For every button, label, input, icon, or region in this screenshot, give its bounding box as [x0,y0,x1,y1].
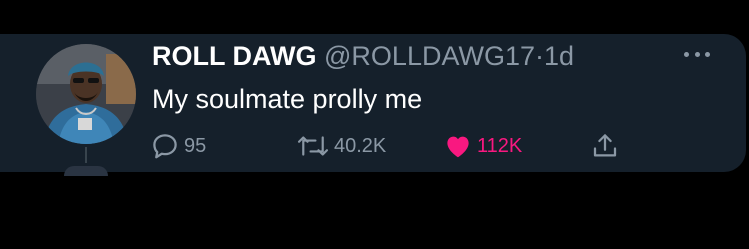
share-button[interactable] [590,130,620,162]
avatar[interactable] [36,44,136,144]
speech-bubble-icon [153,134,177,159]
timestamp[interactable]: 1d [544,41,574,71]
display-name[interactable]: ROLL DAWG [152,41,317,71]
ellipsis-icon [705,51,710,57]
thread-next-avatar [64,166,108,176]
heart-icon [447,136,469,158]
like-button[interactable]: 112K [443,130,522,162]
retweet-count: 40.2K [334,134,387,157]
ellipsis-icon [684,51,689,57]
avatar-photo [36,44,136,144]
reply-count: 95 [184,134,207,157]
share-upload-icon [593,134,617,157]
retweet-button[interactable]: 40.2K [296,130,386,162]
tweet-text: My soulmate prolly me [152,84,423,114]
tweet-header: ROLL DAWG @ROLLDAWG17·1d [152,40,574,72]
reply-button[interactable]: 95 [150,130,206,162]
separator-dot: · [534,41,544,71]
user-handle[interactable]: @ROLLDAWG17 [324,41,535,71]
ellipsis-icon [694,51,700,57]
more-options-button[interactable] [684,44,710,64]
thread-line [85,147,87,163]
like-count: 112K [477,134,523,157]
retweet-arrows-icon [297,136,329,156]
